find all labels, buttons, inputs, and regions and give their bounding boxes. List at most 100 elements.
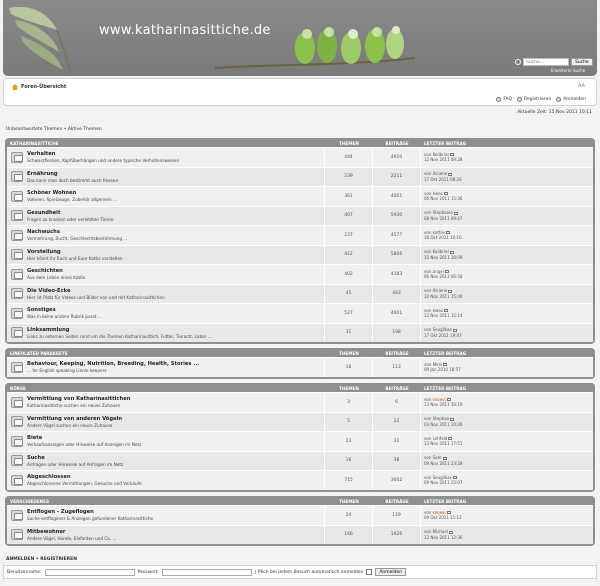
login-link[interactable]: Anmelden xyxy=(556,97,586,102)
posts-count: 4577 xyxy=(373,226,421,245)
advanced-search-link[interactable]: Erweiterte Suche xyxy=(551,68,585,73)
forum-row: Linksammlung Links zu externen Seiten run… xyxy=(7,322,593,342)
site-header: www.katharinasittiche.de Suche Erweitert… xyxy=(3,0,597,76)
forum-name-link[interactable]: Suche xyxy=(27,455,123,461)
view-latest-post-icon[interactable] xyxy=(442,456,447,460)
last-post-author-link[interactable]: Stephan xyxy=(433,416,450,421)
search-button[interactable]: Suche xyxy=(571,58,593,66)
last-post-cell: von Alciene 10 Nov 2011 15:49 xyxy=(421,288,593,299)
forum-row: Verhalten Schwarzflecken, Kopfüberhängen … xyxy=(7,147,593,167)
last-post-date: 09 Nov 2011 23:28 xyxy=(424,460,463,466)
password-input[interactable] xyxy=(162,568,253,576)
category-title[interactable]: KATHARINASITTICHE xyxy=(7,141,325,146)
login-icon xyxy=(556,97,562,102)
forum-name-link[interactable]: Vermittlung von Katharinasittichen xyxy=(27,396,130,402)
view-latest-post-icon[interactable] xyxy=(446,398,451,402)
view-latest-post-icon[interactable] xyxy=(446,511,451,515)
last-post-cell: von Alciene 17 Okt 2011 08:26 xyxy=(421,171,593,182)
register-link[interactable]: Registrieren xyxy=(517,97,551,102)
font-size-toggle[interactable]: A⁠A xyxy=(578,83,585,89)
forum-description: Abgeschlossene Vermittlungen, Gesuche un… xyxy=(27,481,142,487)
forum-name-link[interactable]: Ernährung xyxy=(27,171,118,177)
last-post-author-link[interactable]: Kolibri​er xyxy=(433,152,450,157)
category-title[interactable]: BÖRSE xyxy=(7,386,325,391)
last-post-author-link[interactable]: Sam xyxy=(433,455,442,460)
forum-name-link[interactable]: Nachwuchs xyxy=(27,229,127,235)
login-button[interactable]: Anmelden xyxy=(375,568,407,576)
forum-read-icon xyxy=(11,327,23,339)
column-last-post: LETZTER BEITRAG xyxy=(424,386,467,391)
view-latest-post-icon[interactable] xyxy=(448,530,453,534)
view-latest-post-icon[interactable] xyxy=(444,192,449,196)
footer-links[interactable]: ANMELDEN • REGISTRIEREN xyxy=(6,557,77,562)
topic-links[interactable]: Unbeantwortete Themen • Aktive Themen xyxy=(6,127,102,132)
search-input[interactable] xyxy=(523,58,569,66)
forum-name-link[interactable]: Behaviour, Keeping, Nutrition, Breeding,… xyxy=(27,361,199,367)
last-post-author-link[interactable]: Lehfeld xyxy=(433,436,448,441)
forum-name-link[interactable]: Schöner Wohnen xyxy=(27,190,117,196)
view-latest-post-icon[interactable] xyxy=(443,363,448,367)
forum-name-link[interactable]: Entflogen - Zugeflogen xyxy=(27,509,153,515)
category-title[interactable]: LINEOLATED PARAKEETS xyxy=(7,351,325,356)
last-post-author-link[interactable]: snoevi xyxy=(433,510,446,515)
view-latest-post-icon[interactable] xyxy=(452,476,457,480)
forum-name-link[interactable]: Vorstellung xyxy=(27,249,123,255)
forum-list: Entflogen - Zugeflogen Suche entflogener … xyxy=(7,505,593,544)
forum-name-link[interactable]: Geschichten xyxy=(27,268,85,274)
faq-link[interactable]: FAQ xyxy=(496,97,512,102)
topics-count: 24 xyxy=(325,506,373,525)
forum-name-link[interactable]: Linksammlung xyxy=(27,327,212,333)
view-latest-post-icon[interactable] xyxy=(448,437,453,441)
view-latest-post-icon[interactable] xyxy=(453,211,458,215)
column-last-post: LETZTER BEITRAG xyxy=(424,141,467,146)
category-title[interactable]: VERSCHIEDENES xyxy=(7,499,325,504)
last-post-cell: von Kolibri​er 12 Nov 2011 09:28 xyxy=(421,152,593,163)
view-latest-post-icon[interactable] xyxy=(450,417,455,421)
forum-description: Andere Vögel, Hunde, Elefanten und Co. .… xyxy=(27,535,117,541)
last-post-author-link[interactable]: Mimi xyxy=(433,362,443,367)
view-latest-post-icon[interactable] xyxy=(444,270,449,274)
forum-row: Vermittlung von Katharinasittichen Kathar… xyxy=(7,392,593,412)
last-post-author-link[interactable]: Michael xyxy=(433,529,448,534)
last-post-author-link[interactable]: Kolibri​er xyxy=(433,249,450,254)
view-latest-post-icon[interactable] xyxy=(448,172,453,176)
forum-name-link[interactable]: Vermittlung von anderen Vögeln xyxy=(27,416,122,422)
forum-title-cell: Linksammlung Links zu externen Seiten run… xyxy=(7,323,325,342)
view-latest-post-icon[interactable] xyxy=(444,309,449,313)
last-post-author-link[interactable]: angel xyxy=(433,269,444,274)
last-post-author-link[interactable]: kwax xyxy=(433,308,443,313)
last-post-author-link[interactable]: kathie xyxy=(433,230,445,235)
last-post-author-link[interactable]: Alciene xyxy=(433,288,448,293)
last-post-author-link[interactable]: Stephanie xyxy=(433,210,453,215)
view-latest-post-icon[interactable] xyxy=(452,328,457,332)
last-post-author-link[interactable]: Seuglikas xyxy=(433,475,452,480)
topics-count: 444 xyxy=(325,148,373,167)
view-latest-post-icon[interactable] xyxy=(450,153,455,157)
last-post-author-link[interactable]: Seuglikas xyxy=(433,327,452,332)
last-post-author-link[interactable]: kwax xyxy=(433,191,443,196)
forum-name-link[interactable]: Gesundheit xyxy=(27,210,113,216)
forum-name-link[interactable]: Biete xyxy=(27,435,141,441)
forum-name-link[interactable]: Mitbewohner xyxy=(27,529,116,535)
forum-name-link[interactable]: Sonstiges xyxy=(27,307,102,313)
column-topics: THEMEN xyxy=(339,351,359,356)
forum-description: Suche entflogener & Anzeigen gefundener … xyxy=(27,516,154,522)
posts-count: 4601 xyxy=(373,304,421,323)
last-post-author-link[interactable]: Alciene xyxy=(433,171,448,176)
autologin-checkbox[interactable] xyxy=(366,569,373,575)
last-post-date: 13 Nov 2011 17:51 xyxy=(424,441,463,447)
forum-name-link[interactable]: Abgeschlossen xyxy=(27,474,142,480)
username-input[interactable] xyxy=(44,568,135,576)
view-latest-post-icon[interactable] xyxy=(450,250,455,254)
posts-count: 4910 xyxy=(373,148,421,167)
forum-index-link[interactable]: Foren-Übersicht xyxy=(21,84,66,90)
faq-label: FAQ xyxy=(503,97,513,102)
forum-row: Ernährung Das kann man doch bestimmt auch… xyxy=(7,166,593,186)
forum-read-icon xyxy=(11,210,23,222)
forum-name-link[interactable]: Die Video-Ecke xyxy=(27,288,165,294)
view-latest-post-icon[interactable] xyxy=(448,289,453,293)
forum-name-link[interactable]: Verhalten xyxy=(27,151,179,157)
last-post-cell: von Seuglikas 09 Nov 2011 23:07 xyxy=(421,475,593,486)
last-post-author-link[interactable]: snoevi xyxy=(433,397,446,402)
view-latest-post-icon[interactable] xyxy=(446,231,450,235)
